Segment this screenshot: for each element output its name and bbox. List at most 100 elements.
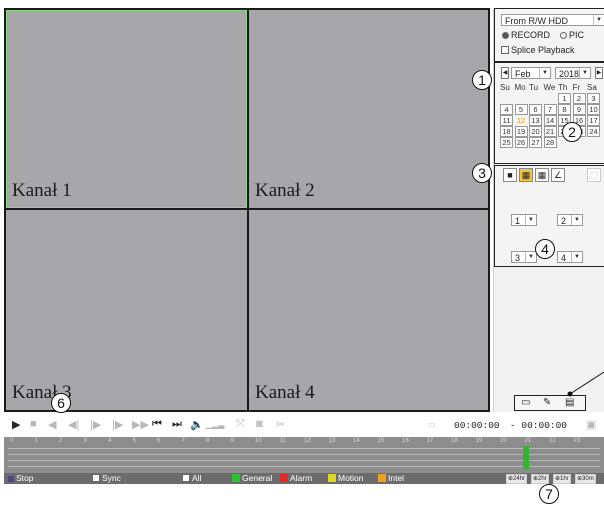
calendar-day[interactable]: 3 <box>587 93 600 104</box>
intel-filter[interactable]: Intel <box>378 473 404 484</box>
fullscreen-button[interactable]: ▢ <box>587 168 601 182</box>
calendar-day[interactable]: 11 <box>500 115 513 126</box>
splice-label: Splice Playback <box>511 45 575 55</box>
zoom-24hr-button[interactable]: ⊕24hr <box>506 474 528 484</box>
tag-search-button[interactable]: ✎ <box>543 397 551 408</box>
nine-view-button[interactable]: ▦ <box>535 168 549 182</box>
calendar-day[interactable]: 8 <box>558 104 571 115</box>
calendar-day[interactable]: 6 <box>529 104 542 115</box>
calendar-day[interactable]: 26 <box>514 137 528 148</box>
save-button[interactable]: ▣ <box>586 418 596 431</box>
volume-icon[interactable]: 🔈 <box>190 418 204 431</box>
year-value: 2018 <box>559 69 580 79</box>
timeline-track <box>8 454 600 455</box>
split-select-2[interactable]: 2 ▼ <box>557 214 583 226</box>
weekday-label: Sa <box>587 83 597 92</box>
calendar-day[interactable]: 20 <box>529 126 542 137</box>
calendar-day[interactable]: 13 <box>529 115 542 126</box>
timeline-track <box>8 466 600 467</box>
reverse-play-button[interactable]: ◀ <box>48 418 56 431</box>
timeline[interactable]: 0 1 2 3 4 5 6 7 8 9 10 11 12 13 14 15 16 17 18 19 20 21 22 23 <box>4 437 604 473</box>
all-checkbox[interactable]: All <box>182 473 201 484</box>
channel-view-1[interactable]: Kanał 1 <box>6 10 247 208</box>
alarm-label: Alarm <box>290 473 313 483</box>
stop-label: Stop <box>16 473 34 483</box>
checkbox-checked-icon <box>92 474 100 482</box>
calendar-day[interactable]: 5 <box>514 104 528 115</box>
general-filter[interactable]: General <box>232 473 272 484</box>
calendar-section: ◀ Feb ▼ 2018 ▼ ▶ Su Mo Tu We Th Fr Sa 12345678… <box>494 62 604 164</box>
file-list-button[interactable]: ▤ <box>565 397 574 408</box>
play-button[interactable]: ▶ <box>12 418 20 431</box>
zoom-2hr-button[interactable]: ⊕2hr <box>531 474 549 484</box>
calendar-day[interactable]: 14 <box>543 115 557 126</box>
next-month-button[interactable]: ▶ <box>595 67 603 79</box>
channel-view-3[interactable]: Kanał 3 <box>6 210 247 410</box>
fast-forward-button[interactable]: ▶▶ <box>132 418 149 431</box>
radio-on-icon <box>502 32 509 39</box>
prev-month-button[interactable]: ◀ <box>501 67 509 79</box>
stop-square-icon <box>8 476 14 482</box>
stop-button[interactable]: ■ <box>30 418 37 430</box>
legend-bar: Stop Sync All General Alarm Motion Intel… <box>4 473 604 484</box>
search-file-button[interactable]: ▭ <box>521 397 530 408</box>
splice-checkbox[interactable]: Splice Playback <box>501 45 575 56</box>
alarm-filter[interactable]: Alarm <box>280 473 312 484</box>
slow-button[interactable]: ◀| <box>68 418 79 431</box>
year-select[interactable]: 2018 ▼ <box>555 67 591 79</box>
single-view-button[interactable]: ■ <box>503 168 517 182</box>
stop-legend[interactable]: Stop <box>8 473 34 484</box>
clip-button[interactable]: ✂ <box>276 418 285 431</box>
callout-6: 6 <box>51 393 71 413</box>
calendar-day[interactable]: 24 <box>587 126 600 137</box>
hour-tick: 5 <box>132 438 136 444</box>
source-select[interactable]: From R/W HDD ▼ <box>501 14 604 26</box>
motion-filter[interactable]: Motion <box>328 473 364 484</box>
calendar-day[interactable]: 4 <box>500 104 513 115</box>
calendar-day[interactable]: 12 <box>515 115 528 126</box>
previous-day-button[interactable]: ⏮ <box>152 418 162 431</box>
record-radio[interactable]: RECORD <box>502 30 550 41</box>
split-select-4[interactable]: 4 ▼ <box>557 251 583 263</box>
weekday-label: Fr <box>572 83 581 92</box>
fast-button[interactable]: |▶ <box>112 418 123 431</box>
pencil-icon: ∠ <box>553 170 563 180</box>
calendar-day[interactable]: 28 <box>543 137 557 148</box>
calendar-day[interactable]: 1 <box>558 93 571 104</box>
split-select-3[interactable]: 3 ▼ <box>511 251 537 263</box>
recording-segment[interactable] <box>523 446 529 470</box>
calendar-day[interactable]: 2 <box>572 93 586 104</box>
step-frame-button[interactable]: |▶ <box>90 418 101 431</box>
hour-tick: 23 <box>573 438 581 444</box>
zoom-30m-button[interactable]: ⊕30m <box>575 474 596 484</box>
calendar-day[interactable]: 18 <box>500 126 513 137</box>
calendar-day[interactable]: 9 <box>572 104 586 115</box>
radio-off-icon <box>560 32 567 39</box>
calendar-day[interactable]: 17 <box>587 115 600 126</box>
volume-slider[interactable]: ▁▂▃ <box>206 420 224 429</box>
pic-radio[interactable]: PIC <box>560 30 584 41</box>
hour-tick: 14 <box>353 438 360 444</box>
calendar-day[interactable]: 10 <box>587 104 600 115</box>
next-day-button[interactable]: ⏭ <box>172 418 182 431</box>
weekday-label: Th <box>558 83 568 92</box>
channel-view-2[interactable]: Kanał 2 <box>249 10 488 208</box>
backup-icon[interactable]: ▭ <box>428 420 436 429</box>
month-select[interactable]: Feb ▼ <box>511 67 551 79</box>
channel-view-4[interactable]: Kanał 4 <box>249 210 488 410</box>
quad-view-button[interactable]: ▦ <box>519 168 533 182</box>
split-select-value: 4 <box>561 253 567 263</box>
custom-view-button[interactable]: ∠ <box>551 168 565 182</box>
zoom-button[interactable]: ⤧ <box>236 418 245 431</box>
all-label: All <box>192 473 202 483</box>
snapshot-button[interactable]: ◙ <box>256 418 263 430</box>
calendar-day[interactable]: 27 <box>529 137 542 148</box>
calendar-day[interactable]: 25 <box>500 137 513 148</box>
sync-checkbox[interactable]: Sync <box>92 473 121 484</box>
split-select-1[interactable]: 1 ▼ <box>511 214 537 226</box>
calendar-day[interactable]: 19 <box>514 126 528 137</box>
timeline-track <box>8 460 600 461</box>
calendar-day[interactable]: 7 <box>543 104 557 115</box>
calendar-day[interactable]: 21 <box>543 126 557 137</box>
zoom-1hr-button[interactable]: ⊕1hr <box>553 474 571 484</box>
